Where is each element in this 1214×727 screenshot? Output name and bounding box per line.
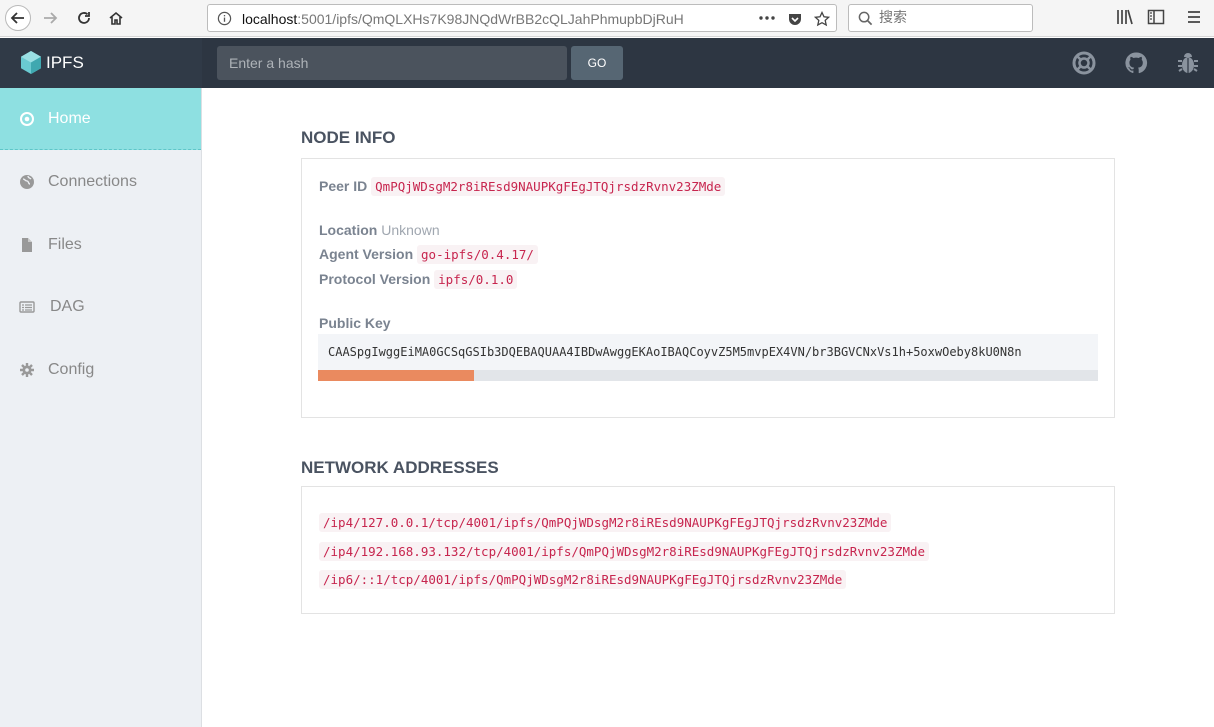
location-row: Location Unknown (319, 222, 440, 238)
location-value: Unknown (381, 222, 440, 238)
search-icon (858, 11, 873, 26)
protocol-version-value: ipfs/0.1.0 (434, 270, 518, 289)
peer-id-row: Peer ID QmPQjWDsgM2r8iREsd9NAUPKgFEgJTQj… (319, 177, 726, 196)
protocol-version-row: Protocol Version ipfs/0.1.0 (319, 270, 518, 289)
peer-id-value: QmPQjWDsgM2r8iREsd9NAUPKgFEgJTQjrsdzRvnv… (371, 177, 726, 196)
address-value: /ip4/127.0.0.1/tcp/4001/ipfs/QmPQjWDsgM2… (319, 513, 892, 532)
location-label: Location (319, 222, 378, 238)
address-item: /ip4/192.168.93.132/tcp/4001/ipfs/QmPQjW… (319, 542, 930, 561)
sidebar-item-label: Home (48, 109, 91, 127)
sidebar-toggle-icon[interactable] (1147, 8, 1165, 26)
search-bar[interactable] (848, 4, 1033, 32)
sidebar-item-label: Connections (48, 173, 137, 190)
protocol-version-label: Protocol Version (319, 271, 431, 287)
url-text: localhost:5001/ipfs/QmQLXHs7K98JNQdWrBB2… (242, 11, 752, 27)
browser-toolbar: localhost:5001/ipfs/QmQLXHs7K98JNQdWrBB2… (0, 0, 1214, 37)
node-info-panel: Peer ID QmPQjWDsgM2r8iREsd9NAUPKgFEgJTQj… (301, 158, 1115, 418)
agent-version-row: Agent Version go-ipfs/0.4.17/ (319, 245, 538, 264)
home-icon (109, 11, 123, 25)
sidebar-item-label: Config (48, 361, 95, 378)
address-value: /ip6/::1/tcp/4001/ipfs/QmPQjWDsgM2r8iREs… (319, 570, 847, 589)
sidebar-item-config[interactable]: Config (0, 339, 201, 401)
public-key-scrollbar[interactable] (318, 370, 1098, 381)
network-addresses-panel: /ip4/127.0.0.1/tcp/4001/ipfs/QmPQjWDsgM2… (301, 486, 1115, 614)
bug-icon[interactable] (1177, 51, 1199, 75)
help-lifebuoy-icon[interactable] (1072, 51, 1096, 75)
sidebar-item-label: Files (48, 236, 82, 253)
menu-icon[interactable] (1186, 8, 1202, 26)
logo[interactable]: IPFS (0, 38, 202, 88)
sidebar-item-label: DAG (50, 298, 85, 315)
search-input[interactable] (879, 9, 1027, 27)
target-icon (20, 111, 34, 126)
address-value: /ip4/192.168.93.132/tcp/4001/ipfs/QmPQjW… (319, 542, 930, 561)
bookmark-star-icon[interactable] (814, 11, 830, 27)
agent-version-value: go-ipfs/0.4.17/ (417, 245, 538, 264)
go-button[interactable]: GO (571, 46, 623, 80)
logo-text: IPFS (46, 53, 84, 72)
address-item: /ip4/127.0.0.1/tcp/4001/ipfs/QmPQjWDsgM2… (319, 513, 892, 532)
public-key-value: CAASpgIwggEiMA0GCSqGSIb3DQEBAQUAA4IBDwAw… (328, 345, 1022, 359)
reload-icon (78, 12, 90, 24)
public-key-box[interactable]: CAASpgIwggEiMA0GCSqGSIb3DQEBAQUAA4IBDwAw… (318, 334, 1098, 370)
sidebar-item-files[interactable]: Files (0, 214, 201, 276)
ipfs-cube-icon (21, 51, 41, 74)
hash-input[interactable] (217, 46, 567, 80)
sidebar-item-dag[interactable]: DAG (0, 276, 201, 338)
node-info-title: NODE INFO (301, 128, 396, 147)
reload-button[interactable] (71, 5, 97, 31)
sidebar-item-home[interactable]: Home (0, 88, 201, 150)
file-icon (22, 238, 32, 252)
globe-icon (20, 175, 34, 189)
url-host: localhost (242, 11, 298, 27)
url-bar[interactable]: localhost:5001/ipfs/QmQLXHs7K98JNQdWrBB2… (207, 4, 837, 32)
network-addresses-title: NETWORK ADDRESSES (301, 458, 499, 477)
public-key-row: Public Key (319, 315, 391, 331)
pocket-icon[interactable] (787, 11, 803, 27)
forward-button[interactable] (37, 5, 63, 31)
library-icon[interactable] (1116, 8, 1134, 26)
peer-id-label: Peer ID (319, 178, 368, 194)
app-header: IPFS GO (0, 38, 1214, 88)
list-icon (19, 301, 35, 313)
home-button[interactable] (103, 5, 129, 31)
agent-version-label: Agent Version (319, 246, 414, 262)
url-path: :5001/ipfs/QmQLXHs7K98JNQdWrBB2cQLJahPhm… (297, 11, 684, 27)
public-key-label: Public Key (319, 315, 391, 331)
arrow-left-icon (10, 12, 24, 24)
gear-icon (20, 363, 34, 377)
back-button[interactable] (5, 5, 31, 31)
more-actions-icon[interactable] (759, 16, 775, 20)
arrow-right-icon (44, 12, 58, 24)
github-icon[interactable] (1124, 51, 1148, 75)
info-icon[interactable] (217, 11, 232, 26)
scrollbar-thumb[interactable] (318, 370, 474, 381)
sidebar: Home Connections Files DAG Config (0, 88, 202, 727)
sidebar-item-connections[interactable]: Connections (0, 151, 201, 213)
address-item: /ip6/::1/tcp/4001/ipfs/QmPQjWDsgM2r8iREs… (319, 570, 847, 589)
